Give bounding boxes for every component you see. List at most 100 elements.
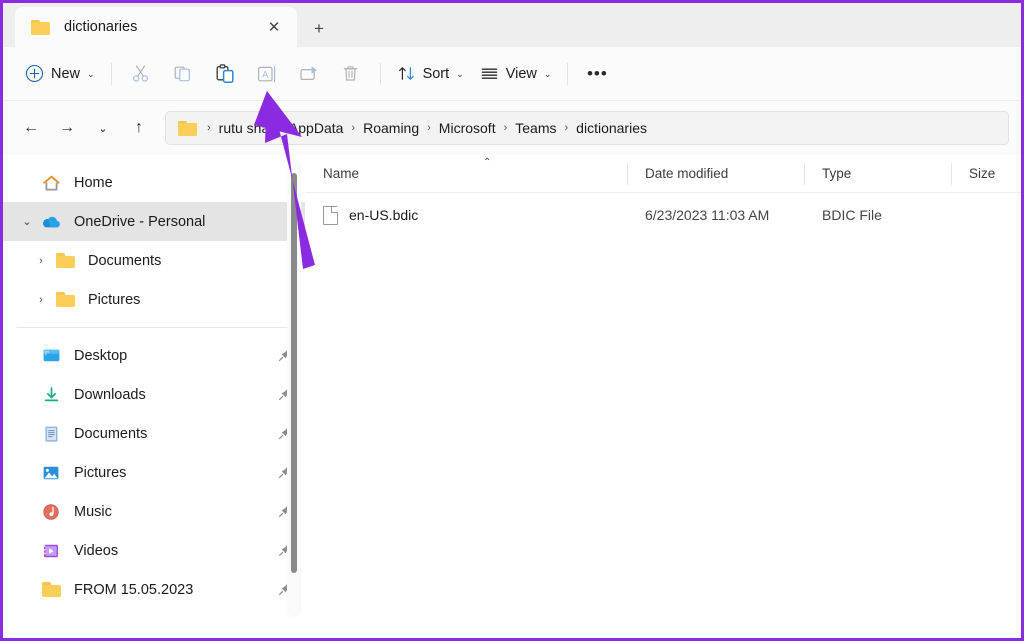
breadcrumb[interactable]: › rutu sha › AppData › Roaming › Microso…: [165, 111, 1009, 145]
sidebar-item-onedrive-personal[interactable]: ⌄ OneDrive - Personal: [3, 202, 305, 241]
folder-icon: [55, 252, 75, 270]
twisty-placeholder: [13, 492, 41, 531]
sidebar-item-label: OneDrive - Personal: [74, 213, 206, 230]
sidebar-divider: [17, 327, 287, 328]
rename-button[interactable]: A: [246, 57, 288, 91]
chevron-right-icon[interactable]: ›: [27, 241, 55, 280]
sidebar-scrollbar[interactable]: [287, 159, 301, 617]
tab-strip: dictionaries ✕ +: [3, 3, 1021, 47]
sidebar-item-music[interactable]: Music: [3, 492, 305, 531]
command-bar: New ⌄ A Sort ⌄ View ⌄ •••: [3, 47, 1021, 101]
scrollbar-thumb[interactable]: [291, 173, 297, 573]
sidebar-item-label: Downloads: [74, 386, 146, 403]
new-button[interactable]: New ⌄: [17, 57, 103, 91]
copy-button[interactable]: [162, 57, 204, 91]
file-date-cell: 6/23/2023 11:03 AM: [645, 207, 770, 223]
sidebar-item-downloads[interactable]: Downloads: [3, 375, 305, 414]
sidebar-item-pictures-onedrive[interactable]: › Pictures: [3, 280, 305, 319]
tab-dictionaries[interactable]: dictionaries ✕: [15, 7, 297, 47]
column-header-label: Name: [323, 166, 360, 181]
twisty-placeholder: [13, 531, 41, 570]
breadcrumb-item-5[interactable]: dictionaries: [570, 117, 653, 139]
sidebar-item-label: Desktop: [74, 347, 128, 364]
file-name-cell: en-US.bdic: [305, 205, 627, 225]
twisty-placeholder: [13, 414, 41, 453]
chevron-down-icon: ⌄: [87, 69, 95, 79]
back-button[interactable]: ←: [13, 111, 49, 145]
view-button-label: View: [505, 65, 537, 82]
column-header-label: Size: [969, 166, 996, 181]
sidebar-item-videos[interactable]: Videos: [3, 531, 305, 570]
paste-button[interactable]: [204, 57, 246, 91]
view-button[interactable]: View ⌄: [472, 57, 560, 91]
navigation-pane: Home ⌄ OneDrive - Personal › Documents ›: [3, 155, 305, 625]
cut-button[interactable]: [120, 57, 162, 91]
delete-button[interactable]: [330, 57, 372, 91]
column-headers: Name ⌃ Date modified Type Size: [305, 155, 1021, 193]
chevron-down-icon[interactable]: ⌄: [13, 202, 41, 241]
chevron-down-icon: ⌄: [543, 69, 552, 79]
toolbar-divider: [110, 62, 112, 85]
documents-icon: [41, 425, 61, 443]
sidebar-item-documents[interactable]: Documents: [3, 414, 305, 453]
sidebar-item-home[interactable]: Home: [3, 163, 305, 202]
sidebar-item-documents-onedrive[interactable]: › Documents: [3, 241, 305, 280]
breadcrumb-item-1[interactable]: AppData: [283, 117, 349, 139]
chevron-right-icon[interactable]: ›: [27, 280, 55, 319]
file-type-cell: BDIC File: [822, 207, 882, 223]
breadcrumb-item-4[interactable]: Teams: [509, 117, 562, 139]
close-icon[interactable]: ✕: [261, 14, 287, 40]
share-button[interactable]: [288, 57, 330, 91]
twisty-placeholder: [13, 336, 41, 375]
breadcrumb-separator: ›: [277, 122, 281, 134]
trash-icon: [340, 63, 361, 84]
sidebar-item-label: FROM 15.05.2023: [74, 581, 194, 598]
toolbar-divider-2: [379, 62, 381, 85]
sort-button[interactable]: Sort ⌄: [389, 57, 472, 91]
generic-file-icon: [323, 205, 338, 225]
up-button[interactable]: ↑: [121, 111, 157, 145]
column-header-name[interactable]: Name ⌃: [305, 155, 627, 192]
folder-icon: [55, 291, 75, 309]
twisty-placeholder: [13, 375, 41, 414]
sidebar-item-from-15-05-2023[interactable]: FROM 15.05.2023: [3, 570, 305, 609]
forward-button[interactable]: →: [49, 111, 85, 145]
column-header-size[interactable]: Size: [951, 155, 1021, 192]
scissors-icon: [130, 63, 151, 84]
folder-icon: [31, 19, 50, 35]
chevron-down-icon: ⌄: [456, 69, 464, 79]
file-list-pane: Name ⌃ Date modified Type Size en-US.bdi…: [305, 155, 1021, 625]
column-header-label: Date modified: [645, 166, 729, 181]
toolbar-divider-3: [567, 62, 569, 85]
recent-locations-button[interactable]: ⌄: [85, 111, 121, 145]
see-more-button[interactable]: •••: [576, 57, 618, 91]
column-header-date-modified[interactable]: Date modified: [627, 155, 804, 192]
desktop-icon: [41, 347, 61, 365]
new-tab-icon[interactable]: +: [297, 11, 341, 47]
breadcrumb-separator: ›: [207, 122, 211, 134]
ellipsis-icon: •••: [586, 63, 608, 83]
svg-text:A: A: [262, 69, 268, 79]
view-lines-icon: [480, 64, 499, 83]
plus-circle-icon: [25, 64, 44, 83]
tab-label: dictionaries: [64, 19, 138, 35]
table-row[interactable]: en-US.bdic 6/23/2023 11:03 AM BDIC File: [305, 195, 1021, 235]
explorer-body: Home ⌄ OneDrive - Personal › Documents ›: [3, 155, 1021, 625]
onedrive-cloud-icon: [41, 213, 61, 231]
folder-icon: [41, 581, 61, 599]
breadcrumb-item-3[interactable]: Microsoft: [433, 117, 502, 139]
sidebar-item-desktop[interactable]: Desktop: [3, 336, 305, 375]
column-header-type[interactable]: Type: [804, 155, 951, 192]
file-explorer-window: dictionaries ✕ + New ⌄ A Sort ⌄ View ⌄ •…: [0, 0, 1024, 641]
sidebar-item-label: Pictures: [74, 464, 127, 481]
twisty-placeholder: [13, 570, 41, 609]
new-button-label: New: [51, 65, 81, 82]
music-icon: [41, 503, 61, 521]
address-bar: ← → ⌄ ↑ › rutu sha › AppData › Roaming ›…: [3, 101, 1021, 155]
breadcrumb-item-2[interactable]: Roaming: [357, 117, 425, 139]
downloads-icon: [41, 386, 61, 404]
column-header-label: Type: [822, 166, 852, 181]
sort-arrows-icon: [397, 64, 416, 83]
breadcrumb-item-0[interactable]: rutu sha: [213, 117, 276, 139]
sidebar-item-pictures[interactable]: Pictures: [3, 453, 305, 492]
